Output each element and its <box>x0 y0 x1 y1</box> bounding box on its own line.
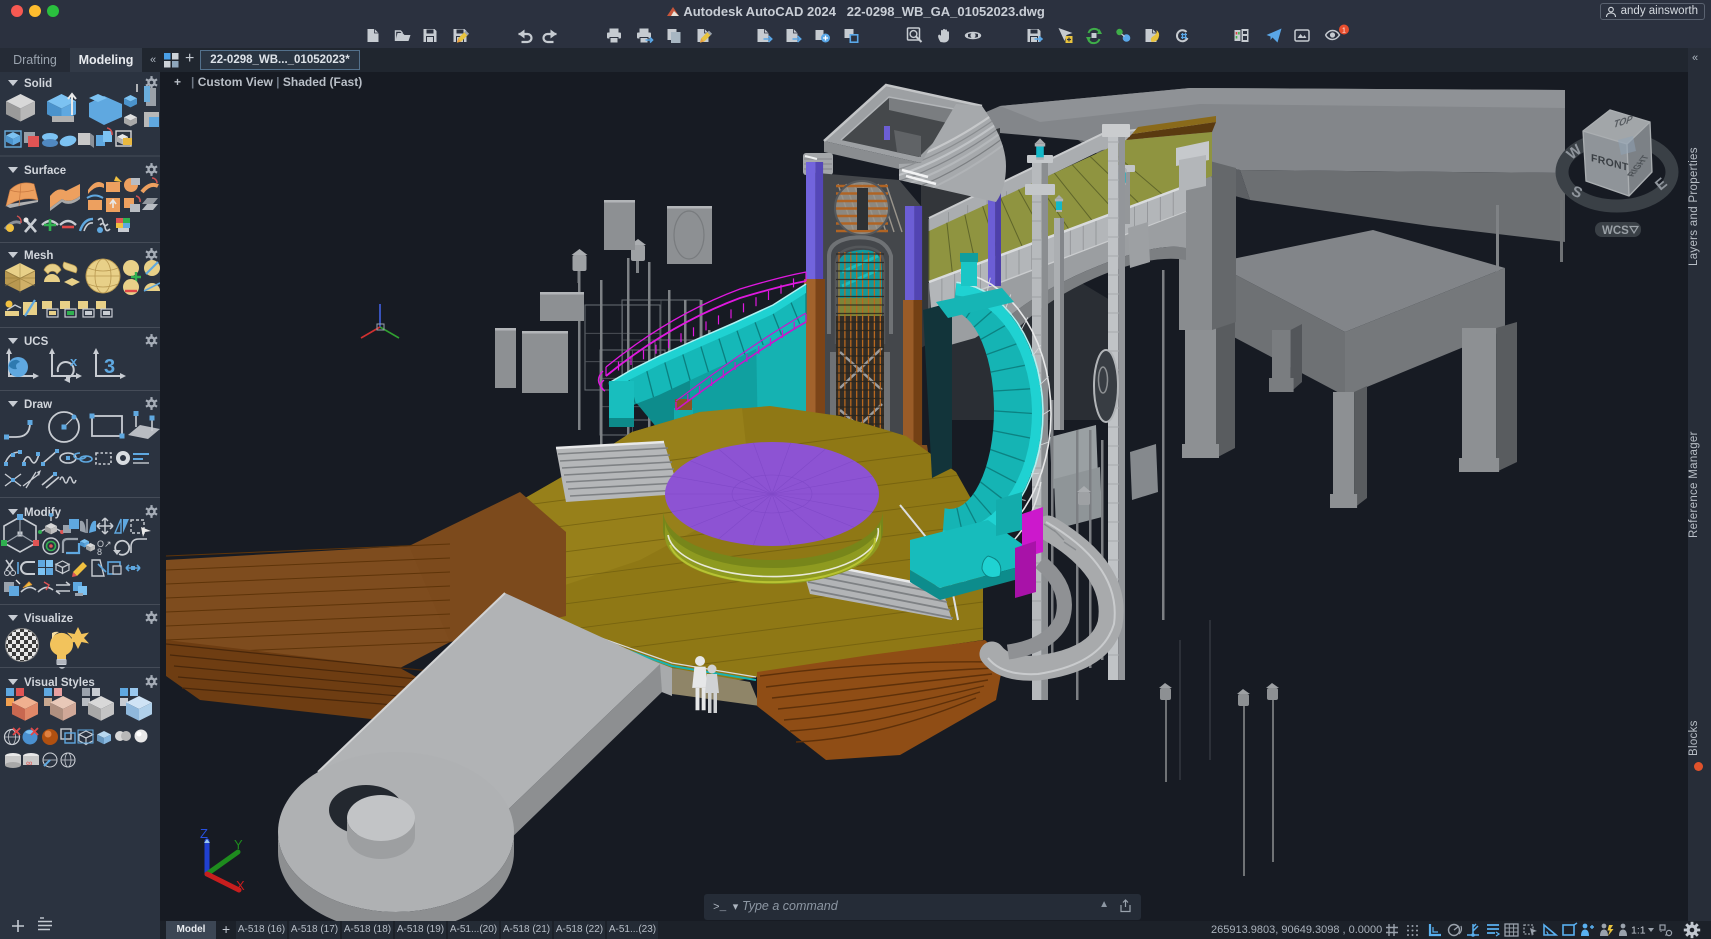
svg-text:Visualize: Visualize <box>24 613 73 625</box>
svg-text:8: 8 <box>97 547 102 557</box>
svg-text:Modify: Modify <box>24 507 62 519</box>
svg-text:∞: ∞ <box>26 758 32 768</box>
svg-text:Visual Styles: Visual Styles <box>24 677 95 689</box>
svg-text:X: X <box>236 878 245 893</box>
svg-text:3: 3 <box>104 356 115 378</box>
svg-text:UCS: UCS <box>24 336 49 348</box>
svg-text:x: x <box>70 354 78 369</box>
svg-text:Y: Y <box>234 837 243 852</box>
svg-text:Draw: Draw <box>24 399 52 411</box>
svg-text:WCS: WCS <box>1602 225 1629 237</box>
svg-text:Solid: Solid <box>24 78 52 90</box>
svg-text:Surface: Surface <box>24 165 66 177</box>
svg-text:Z: Z <box>200 826 208 841</box>
svg-text:Mesh: Mesh <box>24 250 53 262</box>
svg-text:1:1: 1:1 <box>1631 925 1646 937</box>
svg-text:1: 1 <box>1342 28 1346 35</box>
